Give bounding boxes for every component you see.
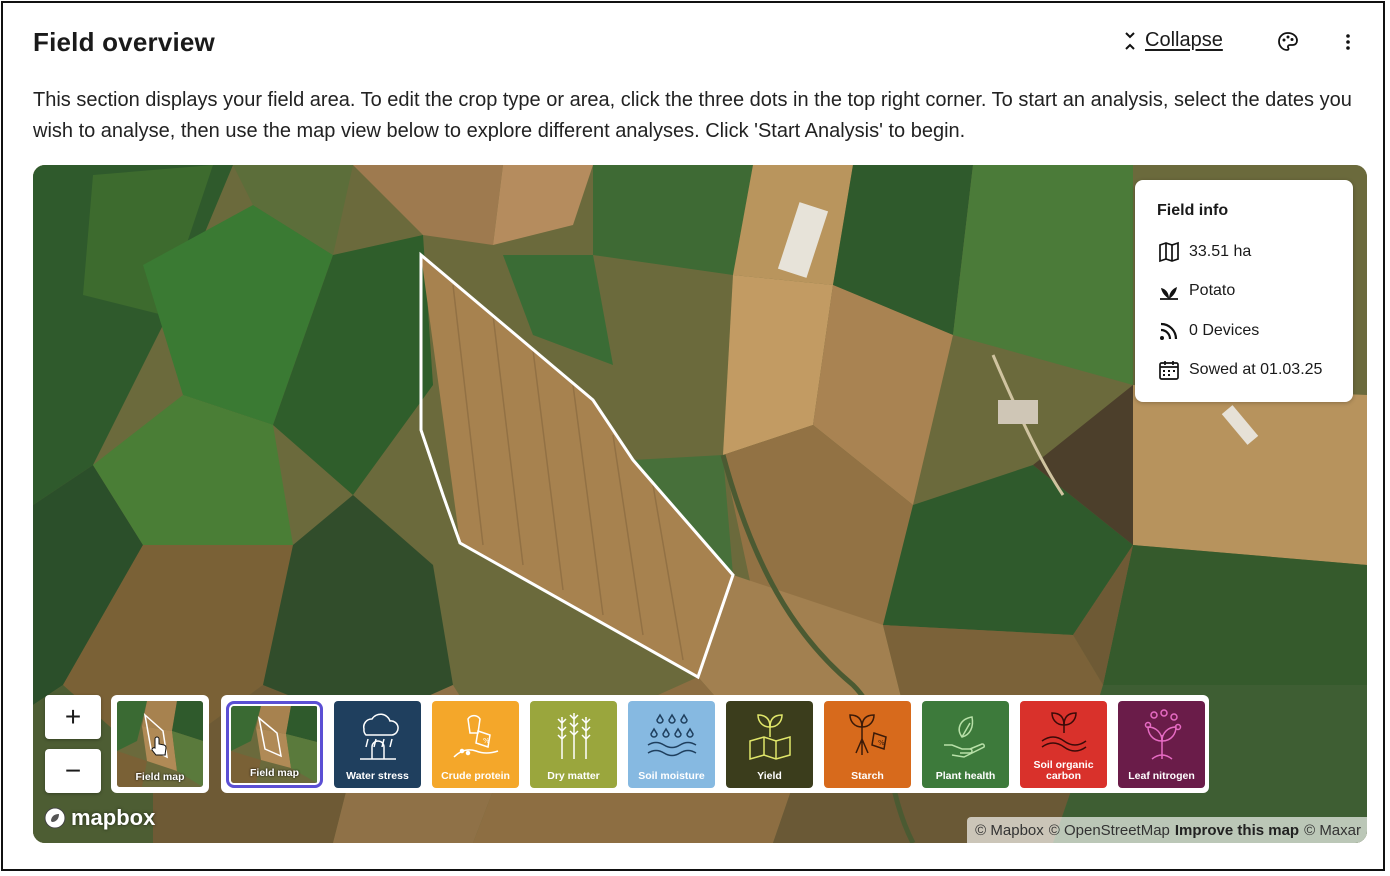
zoom-out-button[interactable]: − bbox=[45, 749, 101, 793]
dry-matter-icon bbox=[556, 712, 591, 759]
analysis-label: Plant health bbox=[935, 769, 996, 782]
analysis-soil-organic-carbon[interactable]: Soil organic carbon bbox=[1020, 700, 1107, 788]
map-attribution: © Mapbox © OpenStreetMap Improve this ma… bbox=[967, 817, 1367, 843]
analysis-plant-health[interactable]: Plant health bbox=[922, 700, 1009, 788]
mapbox-logo-text: mapbox bbox=[71, 805, 156, 830]
analysis-starch[interactable]: % Starch bbox=[824, 700, 911, 788]
analysis-toolbar: Field map Water stress % Crude protein D… bbox=[221, 695, 1209, 793]
field-map-tile-thumb: Field map bbox=[231, 705, 318, 783]
analysis-water-stress[interactable]: Water stress bbox=[334, 700, 421, 788]
analysis-label: Soil moisture bbox=[638, 769, 705, 782]
calendar-icon bbox=[1159, 361, 1179, 381]
attribution-maxar[interactable]: © Maxar bbox=[1304, 822, 1361, 839]
field-crop-row: Potato bbox=[1157, 272, 1333, 312]
palette-icon[interactable] bbox=[1277, 31, 1299, 53]
field-sowed-row: Sowed at 01.03.25 bbox=[1157, 351, 1333, 391]
analysis-soil-moisture[interactable]: Soil moisture bbox=[628, 700, 715, 788]
satellite-map[interactable]: Field info 33.51 ha Potato 0 Devices Sow… bbox=[33, 165, 1367, 843]
field-devices-value: 0 Devices bbox=[1189, 321, 1260, 339]
analysis-crude-protein[interactable]: % Crude protein bbox=[432, 700, 519, 788]
attribution-mapbox[interactable]: © Mapbox bbox=[975, 822, 1044, 839]
field-info-title: Field info bbox=[1157, 202, 1229, 219]
mapbox-logo[interactable]: mapbox bbox=[43, 805, 155, 831]
more-options-icon[interactable] bbox=[1337, 31, 1359, 53]
analysis-label: Yield bbox=[757, 769, 782, 782]
starch-icon: % bbox=[848, 713, 887, 755]
analysis-label: Leaf nitrogen bbox=[1128, 769, 1195, 782]
field-overview-card: Field overview Collapse This section dis… bbox=[1, 1, 1385, 871]
zoom-in-button[interactable]: + bbox=[45, 695, 101, 739]
analysis-yield[interactable]: Yield bbox=[726, 700, 813, 788]
basemap-toggle-button[interactable]: Field map bbox=[111, 695, 209, 793]
analysis-label: Dry matter bbox=[547, 769, 600, 782]
improve-map-link[interactable]: Improve this map bbox=[1175, 822, 1299, 839]
crude-protein-icon: % bbox=[452, 714, 498, 758]
soil-organic-carbon-icon bbox=[1041, 711, 1086, 752]
section-description: This section displays your field area. T… bbox=[33, 89, 1352, 142]
page-title: Field overview bbox=[33, 27, 215, 57]
basemap-thumbnail: Field map bbox=[117, 701, 203, 787]
crop-sprout-icon bbox=[1160, 287, 1178, 301]
analysis-field-map[interactable]: Field map bbox=[226, 700, 323, 788]
map-icon bbox=[1159, 241, 1179, 262]
analysis-label: Soil organic carbon bbox=[1033, 758, 1094, 782]
collapse-label: Collapse bbox=[1145, 29, 1223, 51]
field-crop-value: Potato bbox=[1189, 282, 1236, 300]
field-info-panel: Field info 33.51 ha Potato 0 Devices Sow… bbox=[1135, 180, 1353, 402]
analysis-leaf-nitrogen[interactable]: Leaf nitrogen bbox=[1118, 700, 1205, 788]
svg-text:%: % bbox=[483, 737, 490, 745]
devices-signal-icon bbox=[1160, 322, 1178, 340]
mapbox-logo-icon bbox=[44, 807, 66, 829]
field-sowed-value: Sowed at 01.03.25 bbox=[1189, 361, 1323, 379]
basemap-label: Field map bbox=[135, 771, 185, 783]
analysis-label: Water stress bbox=[346, 769, 409, 782]
water-stress-icon bbox=[359, 712, 399, 760]
field-devices-row: 0 Devices bbox=[1157, 311, 1333, 351]
leaf-nitrogen-icon bbox=[1144, 708, 1181, 760]
svg-text:%: % bbox=[878, 739, 885, 747]
plant-health-icon bbox=[943, 715, 985, 758]
field-area-value: 33.51 ha bbox=[1189, 242, 1252, 260]
attribution-osm[interactable]: © OpenStreetMap bbox=[1049, 822, 1170, 839]
collapse-icon bbox=[1125, 31, 1135, 50]
analysis-label: Field map bbox=[249, 766, 299, 779]
analysis-label: Starch bbox=[851, 769, 884, 782]
analysis-label: Crude protein bbox=[441, 769, 510, 782]
analysis-dry-matter[interactable]: Dry matter bbox=[530, 700, 617, 788]
yield-icon bbox=[748, 713, 791, 760]
collapse-button[interactable]: Collapse bbox=[1123, 29, 1223, 52]
soil-moisture-icon bbox=[647, 713, 696, 756]
field-area-row: 33.51 ha bbox=[1157, 232, 1333, 272]
